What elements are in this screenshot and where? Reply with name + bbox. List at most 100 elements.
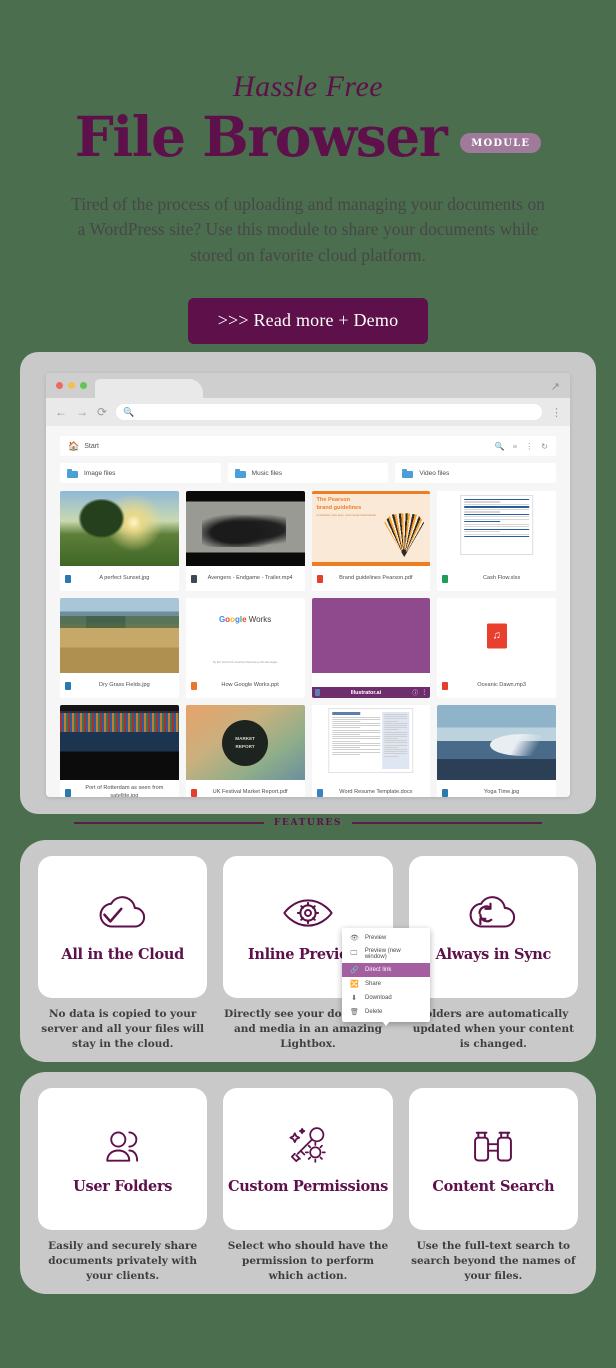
file-card[interactable]: Illustrator.ai ⓘ ⋮ bbox=[312, 598, 431, 698]
divider-line-left bbox=[74, 822, 264, 824]
binoculars-icon bbox=[466, 1123, 520, 1172]
resume-line bbox=[384, 714, 408, 715]
sort-icon[interactable]: ≡ bbox=[513, 442, 518, 451]
users-icon bbox=[96, 1123, 150, 1172]
context-menu-item[interactable]: 🗑 Delete bbox=[342, 1005, 430, 1019]
thumb-title: The Pearson brand guidelines bbox=[317, 497, 362, 512]
url-input[interactable]: 🔍 bbox=[116, 404, 542, 420]
file-card[interactable]: Dry Grass Fields.jpg bbox=[60, 598, 179, 698]
info-icon[interactable]: ⓘ bbox=[412, 688, 418, 697]
context-menu-label: Direct link bbox=[365, 967, 391, 973]
file-card[interactable]: A perfect Sunset.jpg bbox=[60, 491, 179, 591]
feature-cards-2: User Folders Custom Permissions Content Se… bbox=[20, 1072, 596, 1230]
folder-item[interactable]: Image files bbox=[60, 463, 221, 483]
monitor-icon: 🖵 bbox=[350, 950, 358, 958]
file-type-icon bbox=[317, 575, 323, 583]
file-thumbnail bbox=[186, 491, 305, 566]
context-menu-item[interactable]: 🖵 Preview (new window) bbox=[342, 945, 430, 963]
maximize-icon[interactable] bbox=[80, 382, 87, 389]
feature-descriptions-1: No data is copied to your server and all… bbox=[20, 998, 596, 1053]
resume-col-left bbox=[332, 712, 380, 769]
context-menu-item[interactable]: 🔗 Direct link bbox=[342, 963, 430, 977]
resume-line bbox=[384, 729, 398, 730]
browser-tab[interactable] bbox=[95, 379, 203, 398]
hero-subtitle: Tired of the process of uploading and ma… bbox=[68, 192, 548, 268]
context-menu-item[interactable]: 🔀 Share bbox=[342, 977, 430, 991]
trash-icon: 🗑 bbox=[350, 1008, 358, 1016]
folder-item[interactable]: Video files bbox=[395, 463, 556, 483]
feature-cards-1: All in the Cloud Inline Previews Always in… bbox=[20, 840, 596, 998]
doc-line bbox=[464, 504, 530, 505]
home-icon[interactable]: 🏠 bbox=[68, 441, 79, 452]
browser-menu-icon[interactable]: ⋮ bbox=[551, 406, 561, 419]
file-thumbnail bbox=[312, 598, 431, 673]
context-menu-item[interactable]: ⬇ Download bbox=[342, 991, 430, 1005]
context-menu-item[interactable]: 👁 Preview bbox=[342, 931, 430, 945]
context-menu-label: Delete bbox=[365, 1009, 382, 1015]
refresh-icon[interactable]: ↻ bbox=[541, 442, 548, 451]
file-thumbnail bbox=[437, 491, 556, 566]
browser-mockup-frame: ↗ ← → ⟳ 🔍 ⋮ 🏠 Start 🔍 ≡ ⋮ ↻ Image files … bbox=[20, 352, 596, 814]
expand-icon[interactable]: ↗ bbox=[551, 380, 560, 393]
feature-card[interactable]: All in the Cloud bbox=[38, 856, 207, 998]
file-thumbnail bbox=[312, 705, 431, 780]
file-card[interactable]: ♫ Oceanic Dawn.mp3 bbox=[437, 598, 556, 698]
feature-title: All in the Cloud bbox=[61, 946, 184, 963]
resume-line bbox=[384, 751, 408, 752]
file-card[interactable]: Google Works By Eric Schmidt & Jonathan R… bbox=[186, 598, 305, 698]
back-icon[interactable]: ← bbox=[55, 406, 67, 418]
file-card[interactable]: The Pearson brand guidelines A refreshed, … bbox=[312, 491, 431, 591]
more-icon[interactable]: ⋮ bbox=[525, 442, 533, 451]
doc-line bbox=[464, 499, 530, 500]
folder-item[interactable]: Music files bbox=[228, 463, 389, 483]
cloud-sync-icon bbox=[466, 891, 520, 940]
context-menu[interactable]: 👁 Preview 🖵 Preview (new window) 🔗 Direct lin… bbox=[342, 928, 430, 1022]
resume-preview bbox=[328, 708, 414, 773]
resume-line bbox=[384, 725, 408, 726]
search-icon[interactable]: 🔍 bbox=[495, 442, 505, 451]
resume-heading bbox=[332, 712, 360, 715]
resume-line bbox=[332, 749, 380, 750]
divider-line-right bbox=[352, 822, 542, 824]
doc-line bbox=[464, 516, 530, 517]
file-thumbnail: Google Works By Eric Schmidt & Jonathan R… bbox=[186, 598, 305, 673]
context-menu-arrow bbox=[382, 1021, 390, 1026]
file-card[interactable]: Port of Rotterdam as seen from satellite… bbox=[60, 705, 179, 797]
file-caption: Brand guidelines Pearson.pdf bbox=[312, 566, 431, 591]
file-name: How Google Works.ppt bbox=[201, 682, 300, 690]
file-card[interactable]: Word Resume Template.docx bbox=[312, 705, 431, 797]
file-card[interactable]: UK Festival Market Report.pdf bbox=[186, 705, 305, 797]
feature-title: Custom Permissions bbox=[228, 1178, 388, 1195]
minimize-icon[interactable] bbox=[68, 382, 75, 389]
feature-title: Always in Sync bbox=[436, 946, 551, 963]
read-more-demo-button[interactable]: >>> Read more + Demo bbox=[188, 298, 429, 344]
resume-line bbox=[332, 747, 361, 748]
file-card[interactable]: Avengers - Endgame - Trailer.mp4 bbox=[186, 491, 305, 591]
file-name: Yoga Time.jpg bbox=[452, 789, 551, 797]
feature-card[interactable]: Always in Sync bbox=[409, 856, 578, 998]
selected-file-bar: Illustrator.ai ⓘ ⋮ bbox=[312, 687, 431, 698]
title-row: File Browser MODULE bbox=[0, 108, 616, 166]
breadcrumb[interactable]: Start bbox=[84, 443, 99, 450]
file-name: UK Festival Market Report.pdf bbox=[201, 789, 300, 797]
file-card[interactable]: Yoga Time.jpg bbox=[437, 705, 556, 797]
feature-card[interactable]: Custom Permissions bbox=[223, 1088, 392, 1230]
more-icon[interactable]: ⋮ bbox=[421, 689, 427, 696]
page-title: File Browser bbox=[75, 108, 446, 166]
file-card[interactable]: Cash Flow.xlsx bbox=[437, 491, 556, 591]
module-badge: MODULE bbox=[460, 133, 541, 153]
breadcrumb-bar: 🏠 Start 🔍 ≡ ⋮ ↻ bbox=[60, 436, 556, 456]
reload-icon[interactable]: ⟳ bbox=[97, 406, 107, 418]
feature-card[interactable]: User Folders bbox=[38, 1088, 207, 1230]
file-thumbnail: The Pearson brand guidelines A refreshed, … bbox=[312, 491, 431, 566]
file-name: A perfect Sunset.jpg bbox=[75, 575, 174, 583]
share-icon: 🔀 bbox=[350, 980, 358, 988]
folder-row: Image files Music files Video files bbox=[60, 463, 556, 483]
file-type-icon bbox=[191, 789, 197, 797]
file-caption: Oceanic Dawn.mp3 bbox=[437, 673, 556, 698]
close-icon[interactable] bbox=[56, 382, 63, 389]
window-controls bbox=[56, 382, 87, 389]
file-thumbnail: ♫ bbox=[437, 598, 556, 673]
feature-card[interactable]: Content Search bbox=[409, 1088, 578, 1230]
forward-icon[interactable]: → bbox=[76, 406, 88, 418]
